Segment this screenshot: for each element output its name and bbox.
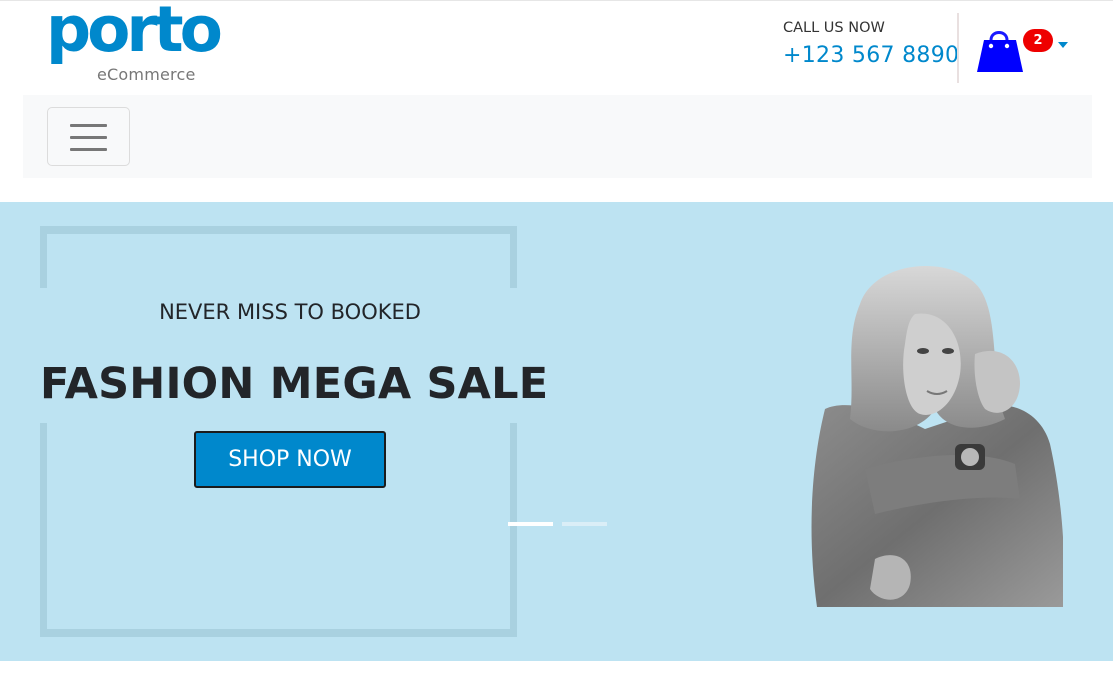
hero-title: FASHION MEGA SALE — [40, 359, 549, 409]
frame-border-right-upper — [510, 226, 517, 288]
frame-border-left-upper — [40, 226, 47, 288]
header-divider — [957, 13, 959, 83]
cart-count-badge: 2 — [1023, 29, 1053, 52]
fashion-model-image — [811, 266, 1063, 607]
caret-down-icon — [1058, 42, 1068, 48]
slide-indicator-1[interactable] — [508, 522, 553, 526]
shop-now-button[interactable]: SHOP NOW — [194, 431, 386, 488]
frame-border-left-lower — [40, 423, 47, 637]
logo-subtitle: eCommerce — [97, 65, 196, 84]
porto-logo[interactable]: porto eCommerce — [46, 0, 223, 86]
logo-wordmark: porto — [46, 0, 223, 66]
hero-subtitle: NEVER MISS TO BOOKED — [159, 300, 421, 324]
frame-border-right-lower — [510, 423, 517, 637]
hero-slider: NEVER MISS TO BOOKED FASHION MEGA SALE S… — [0, 202, 1113, 661]
navbar — [23, 95, 1092, 178]
phone-number-link[interactable]: +123 567 8890 — [783, 43, 959, 68]
cart-dropdown-button[interactable]: 2 — [976, 26, 1076, 76]
shopping-bag-icon — [977, 31, 1023, 72]
frame-border-top — [40, 226, 517, 234]
navbar-toggle-button[interactable] — [47, 107, 130, 166]
call-us-label: CALL US NOW — [783, 20, 885, 36]
frame-border-bottom — [40, 629, 517, 637]
slide-indicator-2[interactable] — [562, 522, 607, 526]
